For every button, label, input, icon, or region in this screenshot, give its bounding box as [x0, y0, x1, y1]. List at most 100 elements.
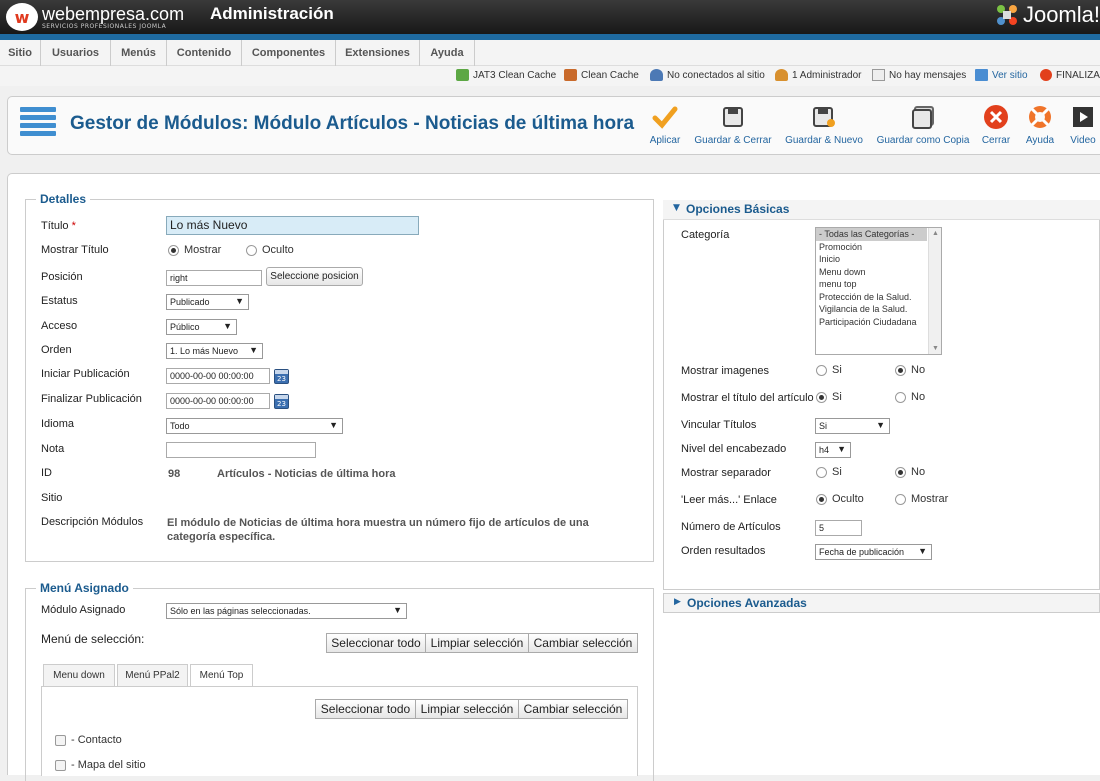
status-label: Estatus	[41, 295, 78, 307]
menu-selection-label: Menú de selección:	[41, 632, 145, 646]
checkbox[interactable]	[55, 734, 66, 746]
position-input[interactable]: right	[166, 270, 262, 286]
show-title-radio-show[interactable]: Mostrar	[168, 244, 221, 256]
apply-button[interactable]: Aplicar	[646, 103, 684, 146]
category-option[interactable]: Menu down	[816, 266, 941, 279]
menu-usuarios[interactable]: Usuarios	[41, 40, 111, 66]
module-assignment-select[interactable]: Sólo en las páginas seleccionadas. ▼	[166, 603, 407, 619]
tab-toggle-selection-button[interactable]: Cambiar selección	[518, 699, 628, 719]
menu-sitio[interactable]: Sitio	[0, 40, 41, 66]
save-close-button[interactable]: Guardar & Cerrar	[692, 103, 774, 146]
read-more-radio-hide[interactable]: Oculto	[816, 493, 864, 505]
category-option[interactable]: Participación Ciudadana	[816, 316, 941, 329]
listbox-scrollbar[interactable]: ▲ ▼	[928, 228, 941, 354]
webempresa-logo[interactable]: w webempresa.com SERVICIOS PROFESIONALES…	[6, 3, 184, 31]
article-count-input[interactable]: 5	[815, 520, 862, 536]
show-images-radio-no[interactable]: No	[895, 364, 925, 376]
order-select-value: 1. Lo más Nuevo	[170, 346, 239, 356]
dropdown-arrow-icon: ▼	[918, 546, 927, 556]
menu-item-contacto[interactable]: - Contacto	[55, 734, 122, 746]
webempresa-logo-icon: w	[6, 3, 38, 31]
tab-select-all-button[interactable]: Seleccionar todo	[315, 699, 416, 719]
status-bar: JAT3 Clean Cache Clean Cache No conectad…	[0, 66, 1100, 86]
admins-online-label: 1 Administrador	[792, 69, 862, 81]
scroll-down-icon[interactable]: ▼	[932, 345, 939, 352]
header-level-select[interactable]: h4 ▼	[815, 442, 851, 458]
module-manager-icon	[20, 107, 56, 145]
category-listbox[interactable]: - Todas las Categorías - Promoción Inici…	[815, 227, 942, 355]
help-label: Ayuda	[1025, 135, 1055, 146]
publish-up-input[interactable]: 0000-00-00 00:00:00	[166, 368, 270, 384]
show-article-title-radio-yes[interactable]: Si	[816, 391, 842, 403]
menu-menus[interactable]: Menús	[111, 40, 167, 66]
menu-assignment-legend: Menú Asignado	[40, 581, 129, 595]
messages-status[interactable]: No hay mensajes	[872, 69, 966, 81]
toggle-selection-button[interactable]: Cambiar selección	[528, 633, 638, 653]
language-select-value: Todo	[170, 421, 190, 431]
note-input[interactable]	[166, 442, 316, 458]
category-option[interactable]: Vigilancia de la Salud.	[816, 303, 941, 316]
language-select[interactable]: Todo ▼	[166, 418, 343, 434]
expanded-arrow-icon: ▼	[673, 203, 680, 213]
clean-cache-link[interactable]: Clean Cache	[564, 69, 639, 81]
save-new-button[interactable]: Guardar & Nuevo	[784, 103, 864, 146]
close-button[interactable]: Cerrar	[980, 103, 1012, 146]
logout-icon	[1040, 69, 1052, 81]
lifebuoy-icon	[1029, 106, 1051, 128]
publish-down-input[interactable]: 0000-00-00 00:00:00	[166, 393, 270, 409]
tab-menu-top[interactable]: Menú Top	[190, 664, 253, 687]
result-order-label: Orden resultados	[681, 545, 766, 557]
page-title: Gestor de Módulos: Módulo Artículos - No…	[70, 113, 635, 134]
calendar-icon[interactable]: 23	[274, 394, 289, 409]
jat3-clean-cache-link[interactable]: JAT3 Clean Cache	[456, 69, 556, 81]
tab-menu-down[interactable]: Menu down	[43, 664, 115, 686]
scroll-up-icon[interactable]: ▲	[932, 230, 939, 237]
tab-clear-selection-button[interactable]: Limpiar selección	[415, 699, 519, 719]
show-images-radio-yes[interactable]: Si	[816, 364, 842, 376]
menu-contenido[interactable]: Contenido	[167, 40, 242, 66]
help-button[interactable]: Ayuda	[1022, 103, 1058, 146]
show-separator-radio-no[interactable]: No	[895, 466, 925, 478]
read-more-radio-show[interactable]: Mostrar	[895, 493, 948, 505]
result-order-select[interactable]: Fecha de publicación ▼	[815, 544, 932, 560]
apply-label: Aplicar	[649, 135, 681, 146]
menu-extensiones[interactable]: Extensiones	[336, 40, 420, 66]
view-site-link[interactable]: Ver sitio	[975, 69, 1028, 81]
category-option[interactable]: - Todas las Categorías -	[816, 228, 927, 241]
access-select[interactable]: Público ▼	[166, 319, 237, 335]
header-level-value: h4	[819, 445, 830, 455]
menu-ayuda[interactable]: Ayuda	[420, 40, 475, 66]
id-value: 98	[168, 468, 181, 480]
show-title-radio-hide[interactable]: Oculto	[246, 244, 294, 256]
menu-componentes[interactable]: Componentes	[242, 40, 336, 66]
logout-link[interactable]: FINALIZAR	[1040, 69, 1100, 81]
basic-options-header[interactable]: ▼ Opciones Básicas	[663, 200, 1100, 220]
checkbox[interactable]	[55, 759, 66, 771]
module-type-name: Artículos - Noticias de última hora	[217, 468, 396, 480]
calendar-icon[interactable]: 23	[274, 369, 289, 384]
video-button[interactable]: Video	[1066, 103, 1100, 146]
category-option[interactable]: Inicio	[816, 253, 941, 266]
module-assignment-value: Sólo en las páginas seleccionadas.	[170, 606, 311, 616]
category-option[interactable]: Promoción	[816, 241, 941, 254]
advanced-options-header[interactable]: ▶ Opciones Avanzadas	[663, 593, 1100, 613]
category-label: Categoría	[681, 229, 730, 241]
category-option[interactable]: Protección de la Salud.	[816, 291, 941, 304]
show-article-title-radio-no[interactable]: No	[895, 391, 925, 403]
show-separator-radio-yes[interactable]: Si	[816, 466, 842, 478]
select-all-button[interactable]: Seleccionar todo	[326, 633, 426, 653]
tab-menu-ppal2[interactable]: Menú PPal2	[117, 664, 188, 686]
order-select[interactable]: 1. Lo más Nuevo ▼	[166, 343, 263, 359]
view-site-label: Ver sitio	[992, 69, 1028, 81]
select-position-button[interactable]: Seleccione posicion	[266, 267, 363, 286]
link-titles-value: Si	[819, 421, 828, 431]
joomla-logo: Joomla!	[994, 2, 1100, 28]
title-input[interactable]: Lo más Nuevo	[166, 216, 419, 235]
clear-selection-button[interactable]: Limpiar selección	[425, 633, 529, 653]
save-copy-button[interactable]: Guardar como Copia	[874, 103, 972, 146]
status-select[interactable]: Publicado ▼	[166, 294, 249, 310]
link-titles-select[interactable]: Si ▼	[815, 418, 890, 434]
menu-item-mapa[interactable]: - Mapa del sitio	[55, 759, 146, 771]
category-option[interactable]: menu top	[816, 278, 941, 291]
close-label: Cerrar	[981, 135, 1011, 146]
